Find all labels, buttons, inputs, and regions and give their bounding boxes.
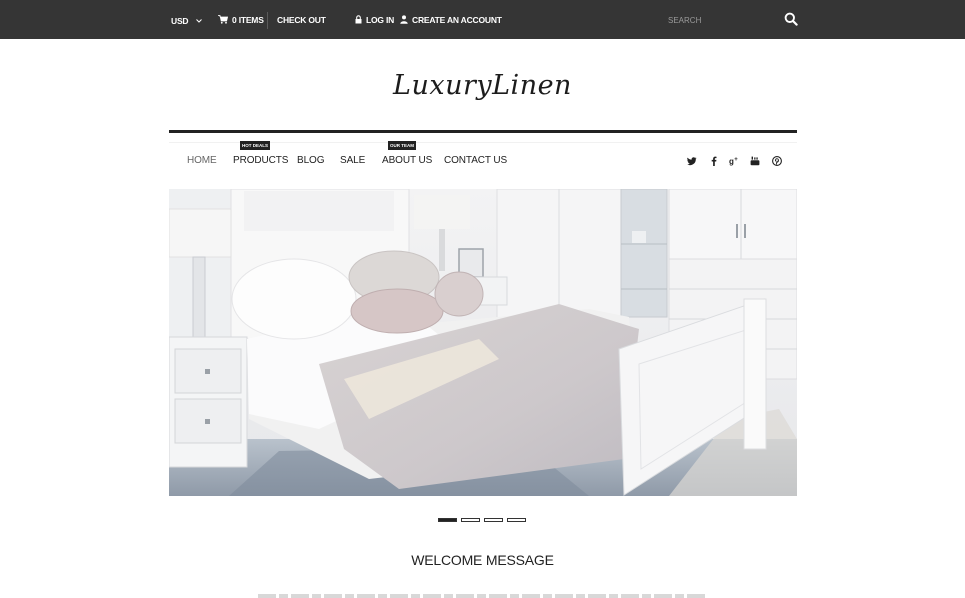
welcome-heading: WELCOME MESSAGE [411,552,554,568]
bedroom-photo [169,189,797,496]
currency-label: USD [171,16,189,26]
slider-dot[interactable] [484,518,503,522]
chevron-down-icon [195,0,202,40]
site-logo[interactable]: LuxuryLinen [0,70,965,101]
search-icon[interactable] [784,12,800,28]
cart-icon [218,1,229,41]
cart-link[interactable]: 0 ITEMS [218,0,264,39]
pinterest-icon[interactable] [772,153,784,166]
slider-dot[interactable] [461,518,480,522]
search-input[interactable] [668,12,778,28]
user-icon [400,1,408,41]
hot-deals-badge: HOT DEALS [240,141,271,150]
main-nav: HOME PRODUCTS HOT DEALS BLOG SALE ABOUT … [169,141,797,181]
slider-dot[interactable] [507,518,526,522]
nav-contact-us[interactable]: CONTACT US [444,155,507,166]
hero-slider-image[interactable] [169,189,797,496]
create-account-label: CREATE AN ACCOUNT [412,15,502,25]
login-link[interactable]: LOG IN [355,0,394,39]
welcome-text-placeholder [258,594,708,598]
currency-selector[interactable]: USD [171,0,202,39]
youtube-icon[interactable] [750,153,762,166]
divider [267,12,268,29]
create-account-link[interactable]: CREATE AN ACCOUNT [400,0,502,39]
nav-top-rule [169,130,797,133]
nav-about-us[interactable]: ABOUT US [382,155,432,166]
lock-icon [355,1,362,41]
checkout-link[interactable]: CHECK OUT [277,0,326,39]
svg-text:+: + [734,157,738,163]
slider-dot[interactable] [438,518,457,522]
nav-home[interactable]: HOME [187,155,217,166]
twitter-icon[interactable] [687,153,699,166]
cart-count: 0 ITEMS [232,15,264,25]
our-team-badge: OUR TEAM [388,141,416,150]
top-bar: USD 0 ITEMS CHECK OUT LOG IN CREATE AN A… [0,0,965,39]
nav-sale[interactable]: SALE [340,155,365,166]
google-plus-icon[interactable]: g + [729,153,741,166]
nav-products[interactable]: PRODUCTS [233,155,288,166]
login-label: LOG IN [366,15,395,25]
facebook-icon[interactable] [709,153,721,166]
nav-blog[interactable]: BLOG [297,155,324,166]
